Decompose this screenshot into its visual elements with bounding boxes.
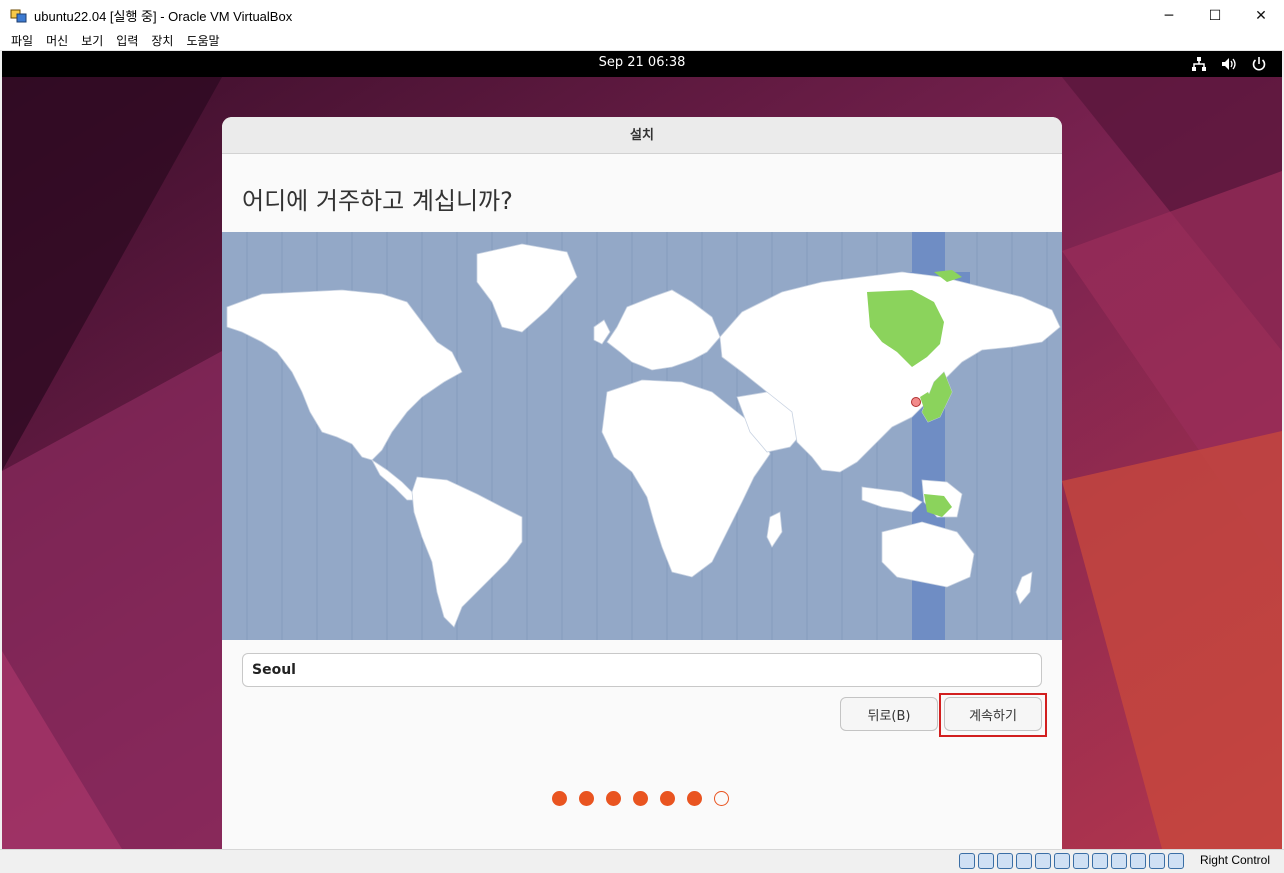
shared-folder-icon[interactable] — [1054, 853, 1070, 869]
mouse-integration-icon[interactable] — [1149, 853, 1165, 869]
progress-dot — [579, 791, 594, 806]
guest-screen[interactable]: Sep 21 06:38 설치 어디에 거주하고 계십니까? Seoul 뒤로(… — [2, 51, 1282, 849]
keyboard-capture-icon[interactable] — [1168, 853, 1184, 869]
optical-drive-icon[interactable] — [978, 853, 994, 869]
progress-dot — [606, 791, 621, 806]
progress-dot — [633, 791, 648, 806]
host-statusbar: Right Control — [0, 849, 1284, 873]
volume-icon[interactable] — [1220, 55, 1238, 73]
usb-icon[interactable] — [1035, 853, 1051, 869]
menu-file[interactable]: 파일 — [6, 32, 38, 49]
cpu-icon[interactable] — [1111, 853, 1127, 869]
menu-devices[interactable]: 장치 — [146, 32, 178, 49]
gnome-top-bar: Sep 21 06:38 — [2, 51, 1282, 77]
power-icon[interactable] — [1250, 55, 1268, 73]
installer-dialog: 설치 어디에 거주하고 계십니까? Seoul 뒤로(B) 계속하기 — [222, 117, 1062, 849]
host-menubar: 파일 머신 보기 입력 장치 도움말 — [0, 31, 1284, 51]
audio-icon[interactable] — [997, 853, 1013, 869]
menu-machine[interactable]: 머신 — [41, 32, 73, 49]
continue-button[interactable]: 계속하기 — [944, 697, 1042, 731]
timezone-input[interactable] — [242, 653, 1042, 687]
virtualbox-app-icon — [10, 7, 28, 25]
system-tray — [1190, 55, 1268, 73]
back-button[interactable]: 뒤로(B) — [840, 697, 938, 731]
close-button[interactable]: ✕ — [1238, 0, 1284, 31]
host-window-title: ubuntu22.04 [실행 중] - Oracle VM VirtualBo… — [34, 9, 293, 24]
dialog-title: 설치 — [222, 117, 1062, 154]
menu-help[interactable]: 도움말 — [181, 32, 224, 49]
timezone-map[interactable] — [222, 232, 1062, 640]
clock[interactable]: Sep 21 06:38 — [2, 55, 1282, 70]
maximize-button[interactable]: ☐ — [1192, 0, 1238, 31]
progress-dot — [552, 791, 567, 806]
page-heading: 어디에 거주하고 계십니까? — [242, 187, 513, 215]
menu-input[interactable]: 입력 — [111, 32, 143, 49]
network-icon[interactable] — [1016, 853, 1032, 869]
progress-dot — [687, 791, 702, 806]
status-device-icons — [959, 853, 1184, 869]
host-window-controls: ─ ☐ ✕ — [1146, 0, 1284, 31]
progress-dot-pending — [714, 791, 729, 806]
network-icon[interactable] — [1190, 55, 1208, 73]
selected-location-marker[interactable] — [911, 397, 921, 407]
display-icon[interactable] — [1073, 853, 1089, 869]
menu-view[interactable]: 보기 — [76, 32, 108, 49]
progress-dot — [660, 791, 675, 806]
host-window-titlebar: ubuntu22.04 [실행 중] - Oracle VM VirtualBo… — [0, 0, 1284, 31]
installer-progress-dots — [552, 791, 729, 806]
guest-additions-icon[interactable] — [1130, 853, 1146, 869]
host-key-label: Right Control — [1199, 853, 1270, 867]
minimize-button[interactable]: ─ — [1146, 0, 1192, 31]
hard-disk-icon[interactable] — [959, 853, 975, 869]
recording-icon[interactable] — [1092, 853, 1108, 869]
